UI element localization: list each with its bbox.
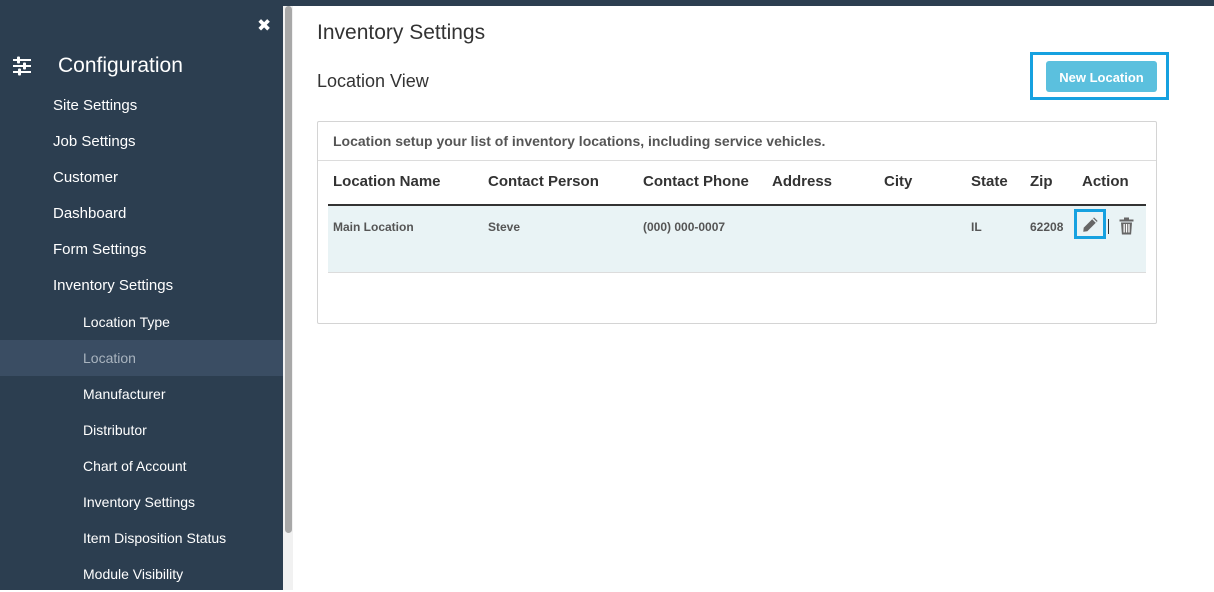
column-header-contact-person: Contact Person bbox=[488, 173, 599, 190]
panel-description: Location setup your list of inventory lo… bbox=[333, 133, 826, 149]
column-header-action: Action bbox=[1082, 173, 1129, 190]
column-header-contact-phone: Contact Phone bbox=[643, 173, 749, 190]
sidebar-scrollbar-thumb[interactable] bbox=[285, 6, 292, 533]
pencil-icon bbox=[1083, 217, 1098, 232]
sidebar-subitem-module-visibility[interactable]: Module Visibility bbox=[0, 556, 283, 592]
new-location-button[interactable]: New Location bbox=[1046, 61, 1157, 92]
sidebar-subitem-item-disposition-status[interactable]: Item Disposition Status bbox=[0, 520, 283, 556]
sidebar-subitem-location-type[interactable]: Location Type bbox=[0, 304, 283, 340]
action-divider bbox=[1108, 219, 1109, 234]
sidebar-item-customer[interactable]: Customer bbox=[0, 160, 283, 196]
cell-contact-person: Steve bbox=[488, 220, 521, 234]
edit-button[interactable] bbox=[1074, 209, 1106, 239]
panel-divider bbox=[318, 160, 1156, 161]
sidebar-item-dashboard[interactable]: Dashboard bbox=[0, 196, 283, 232]
cell-zip: 62208 bbox=[1030, 220, 1064, 234]
page-title: Inventory Settings bbox=[317, 21, 486, 44]
sidebar-header: Configuration bbox=[0, 52, 283, 82]
column-header-state: State bbox=[971, 173, 1008, 190]
sidebar-subitem-chart-of-account[interactable]: Chart of Account bbox=[0, 448, 283, 484]
sidebar-item-job-settings[interactable]: Job Settings bbox=[0, 124, 283, 160]
column-header-address: Address bbox=[772, 173, 833, 190]
section-title: Location View bbox=[317, 71, 429, 91]
column-header-location-name: Location Name bbox=[333, 173, 441, 190]
sidebar-item-form-settings[interactable]: Form Settings bbox=[0, 232, 283, 268]
sidebar-item-site-settings[interactable]: Site Settings bbox=[0, 88, 283, 124]
column-header-zip: Zip bbox=[1030, 173, 1053, 190]
trash-icon[interactable] bbox=[1118, 217, 1135, 235]
sidebar-subitem-distributor[interactable]: Distributor bbox=[0, 412, 283, 448]
sidebar-subitem-inventory-settings[interactable]: Inventory Settings bbox=[0, 484, 283, 520]
close-icon[interactable]: ✖ bbox=[257, 16, 271, 36]
cell-contact-phone: (000) 000-0007 bbox=[643, 220, 726, 234]
sidebar-subitem-manufacturer[interactable]: Manufacturer bbox=[0, 376, 283, 412]
sidebar-title: Configuration bbox=[58, 54, 183, 77]
cell-location-name: Main Location bbox=[333, 220, 414, 234]
cell-state: IL bbox=[971, 220, 982, 234]
sidebar-item-inventory-settings[interactable]: Inventory Settings bbox=[0, 268, 283, 304]
sliders-icon bbox=[13, 56, 31, 76]
column-header-city: City bbox=[884, 173, 913, 190]
table-row[interactable] bbox=[328, 206, 1146, 273]
sidebar-subitem-location[interactable]: Location bbox=[0, 340, 283, 376]
sidebar: ✖ Configuration Site Settings Job Settin… bbox=[0, 6, 283, 590]
